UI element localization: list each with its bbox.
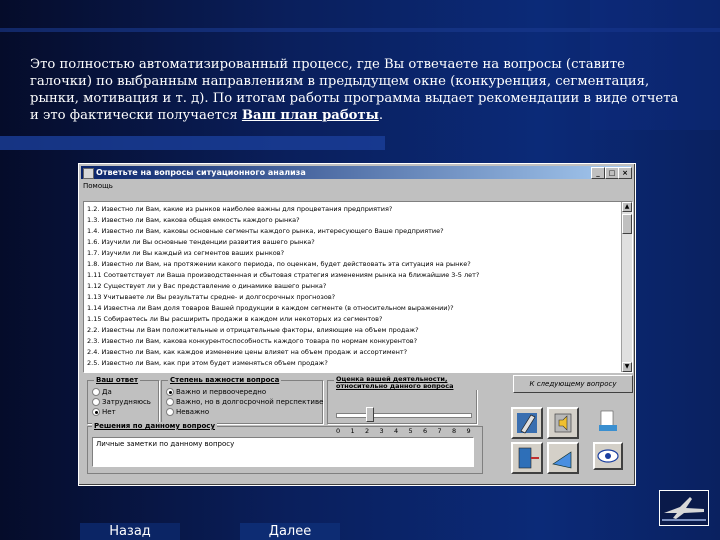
importance-option-label: Важно и первоочередно [176,388,267,396]
importance-option-label: Неважно [176,408,210,416]
close-button[interactable]: × [618,167,632,179]
answer-option[interactable]: Нет [92,408,116,416]
intro-end: . [378,108,384,123]
answer-group-title: Ваш ответ [94,376,141,384]
importance-option[interactable]: Важно и первоочередно [166,388,266,396]
effectiveness-group: Оценка вашей деятельности, относительно … [327,376,478,435]
question-item[interactable]: 1.12 Существует ли у Вас представление о… [87,282,326,290]
question-list[interactable]: 1.2. Известно ли Вам, какие из рынков на… [83,201,633,373]
radio-dot[interactable] [92,398,100,406]
background-band-2 [0,136,385,150]
importance-group-title: Степень важности вопроса [168,376,282,384]
answer-option-label: Нет [102,408,116,416]
question-item[interactable]: 2.4. Известно ли Вам, как каждое изменен… [87,348,407,356]
question-item[interactable]: 2.3. Известно ли Вам, какова конкурентос… [87,337,417,345]
airplane-logo-icon [659,490,709,526]
question-item[interactable]: 1.8. Известно ли Вам, на протяжении како… [87,260,471,268]
intro-text: Это полностью автоматизированный процесс… [30,56,690,124]
question-item[interactable]: 1.13 Учитываете ли Вы результаты средне-… [87,293,335,301]
window-title: Ответьте на вопросы ситуационного анализ… [96,168,306,177]
radio-dot[interactable] [92,388,100,396]
importance-option[interactable]: Неважно [166,408,209,416]
exit-door-icon[interactable] [511,442,543,474]
view-eye-icon[interactable] [593,442,623,470]
decision-group: Решения по данному вопросу Личные заметк… [87,422,483,474]
scroll-thumb[interactable] [622,214,632,234]
question-item[interactable]: 1.4. Известно ли Вам, каковы основные се… [87,227,444,235]
app-icon [83,168,94,179]
scroll-up-icon[interactable]: ▲ [622,202,632,212]
importance-option[interactable]: Важно, но в долгосрочной перспективе [166,398,323,406]
answer-group: Ваш ответ Да Затрудняюсь Нет [87,376,159,424]
importance-option-label: Важно, но в долгосрочной перспективе [176,398,324,406]
situation-analysis-window: Ответьте на вопросы ситуационного анализ… [78,163,636,486]
minimize-button[interactable]: _ [591,167,605,179]
question-item[interactable]: 1.11 Соответствует ли Ваша производствен… [87,271,479,279]
radio-dot[interactable] [166,408,174,416]
report-icon[interactable] [593,407,623,435]
back-button[interactable]: Назад [80,523,180,540]
scroll-down-icon[interactable]: ▼ [622,362,632,372]
maximize-button[interactable]: □ [605,167,619,179]
next-question-button[interactable]: К следующему вопросу [513,375,633,393]
decision-title: Решения по данному вопросу [92,422,218,430]
effectiveness-slider-thumb[interactable] [366,407,374,422]
question-item[interactable]: 1.7. Изучили ли Вы каждый из сегментов в… [87,249,284,257]
back-arrow-icon[interactable] [547,442,579,474]
answer-option[interactable]: Затрудняюсь [92,398,151,406]
effectiveness-group-title: Оценка вашей деятельности, относительно … [334,376,478,390]
next-button[interactable]: Далее [240,523,340,540]
radio-dot[interactable] [166,398,174,406]
question-item[interactable]: 1.14 Известна ли Вам доля товаров Вашей … [87,304,454,312]
decision-notes-field[interactable]: Личные заметки по данному вопросу [92,437,474,467]
answer-option-label: Затрудняюсь [102,398,151,406]
question-item[interactable]: 1.6. Изучили ли Вы основные тенденции ра… [87,238,315,246]
radio-dot[interactable] [92,408,100,416]
question-item[interactable]: 1.15 Собираетесь ли Вы расширить продажи… [87,315,382,323]
menu-help[interactable]: Помощь [83,182,113,190]
sound-icon[interactable] [547,407,579,439]
wizard-icon[interactable] [511,407,543,439]
answer-option[interactable]: Да [92,388,112,396]
question-item[interactable]: 2.2. Известны ли Вам положительные и отр… [87,326,419,334]
question-item[interactable]: 1.3. Известно ли Вам, какова общая емкос… [87,216,300,224]
question-item[interactable]: 1.2. Известно ли Вам, какие из рынков на… [87,205,392,213]
answer-option-label: Да [102,388,112,396]
window-titlebar: Ответьте на вопросы ситуационного анализ… [81,166,632,179]
radio-dot[interactable] [166,388,174,396]
question-list-scrollbar[interactable]: ▲ ▼ [621,202,632,372]
question-item[interactable]: 2.5. Известно ли Вам, как при этом будет… [87,359,328,367]
intro-highlight: Ваш план работы [241,108,379,123]
effectiveness-slider-track[interactable] [336,413,472,418]
importance-group: Степень важности вопроса Важно и первооч… [161,376,323,424]
